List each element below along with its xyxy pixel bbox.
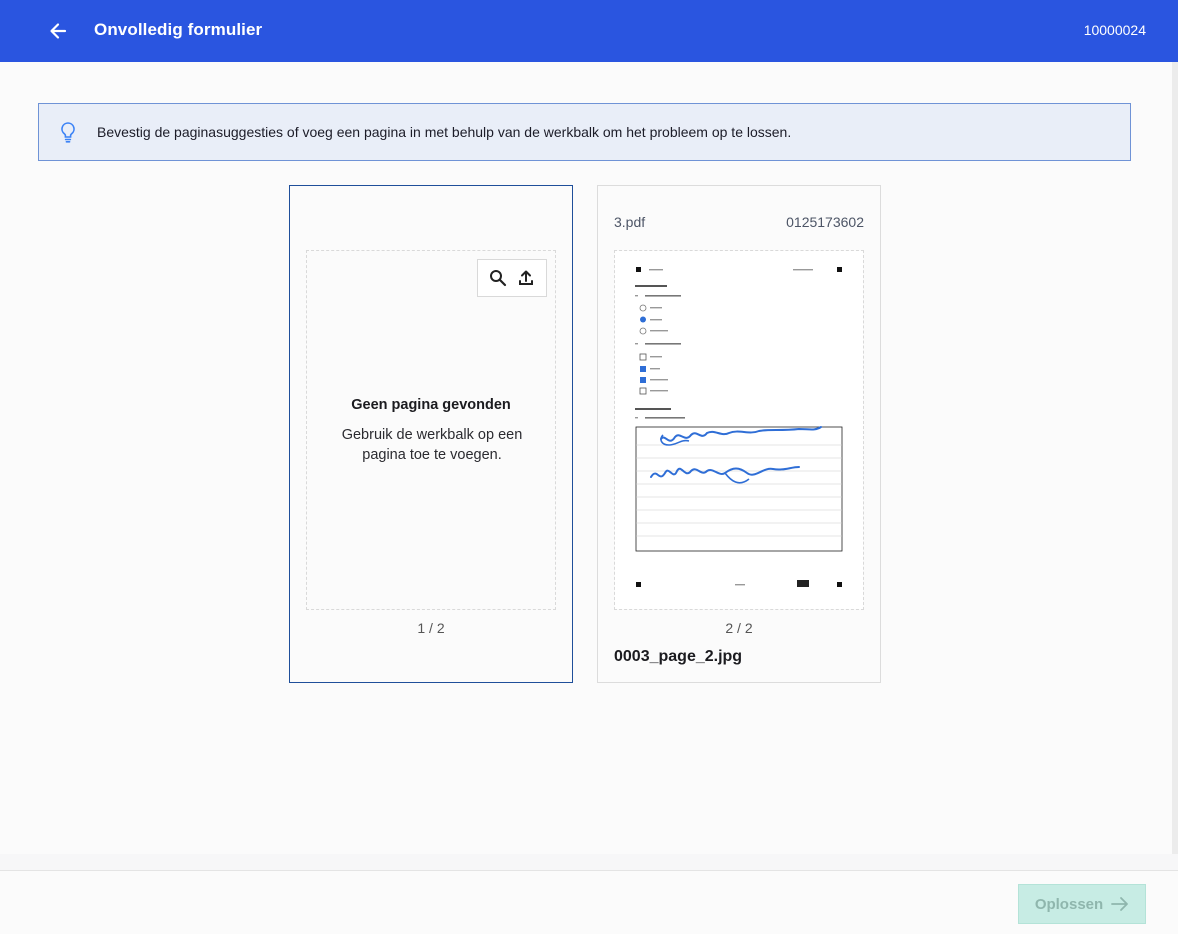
app-header: Onvolledig formulier 10000024 bbox=[0, 0, 1178, 62]
scrollbar[interactable] bbox=[1172, 62, 1178, 854]
page-toolbar bbox=[477, 259, 547, 297]
scanned-page-thumbnail bbox=[615, 251, 863, 609]
empty-page-frame: Geen pagina gevonden Gebruik de werkbalk… bbox=[306, 250, 556, 610]
source-file: 3.pdf bbox=[614, 214, 646, 230]
page-number: 1 / 2 bbox=[417, 620, 445, 636]
search-icon bbox=[490, 270, 507, 287]
page-slot-card[interactable]: Geen pagina gevonden Gebruik de werkbalk… bbox=[289, 185, 573, 683]
info-banner: Bevestig de paginasuggesties of voeg een… bbox=[38, 103, 1131, 161]
footer-bar: Oplossen bbox=[0, 870, 1178, 934]
resolve-button[interactable]: Oplossen bbox=[1018, 884, 1146, 924]
document-number: 0125173602 bbox=[786, 214, 864, 230]
empty-state-description: Gebruik de werkbalk op een pagina toe te… bbox=[341, 427, 523, 463]
upload-button[interactable] bbox=[514, 266, 538, 290]
page-title: Onvolledig formulier bbox=[94, 20, 263, 39]
arrow-left-icon bbox=[50, 23, 67, 39]
page-number: 2 / 2 bbox=[725, 620, 753, 636]
main-content bbox=[0, 62, 1172, 854]
page-preview[interactable] bbox=[614, 250, 864, 610]
empty-state-title: Geen pagina gevonden bbox=[351, 397, 511, 413]
page-suggestion-card[interactable]: 3.pdf 0125173602 2 / 2 0003_page_2.jpg bbox=[597, 185, 881, 683]
arrow-right-icon bbox=[1111, 897, 1129, 911]
resolve-button-label: Oplossen bbox=[1034, 895, 1104, 913]
banner-text: Bevestig de paginasuggesties of voeg een… bbox=[97, 124, 792, 140]
upload-icon bbox=[519, 270, 533, 285]
card-header: 3.pdf 0125173602 bbox=[614, 214, 864, 230]
lightbulb-icon bbox=[61, 122, 75, 143]
search-button[interactable] bbox=[486, 266, 510, 290]
page-filename: 0003_page_2.jpg bbox=[614, 648, 743, 665]
record-id: 10000024 bbox=[1083, 22, 1146, 38]
back-button[interactable] bbox=[40, 15, 76, 47]
